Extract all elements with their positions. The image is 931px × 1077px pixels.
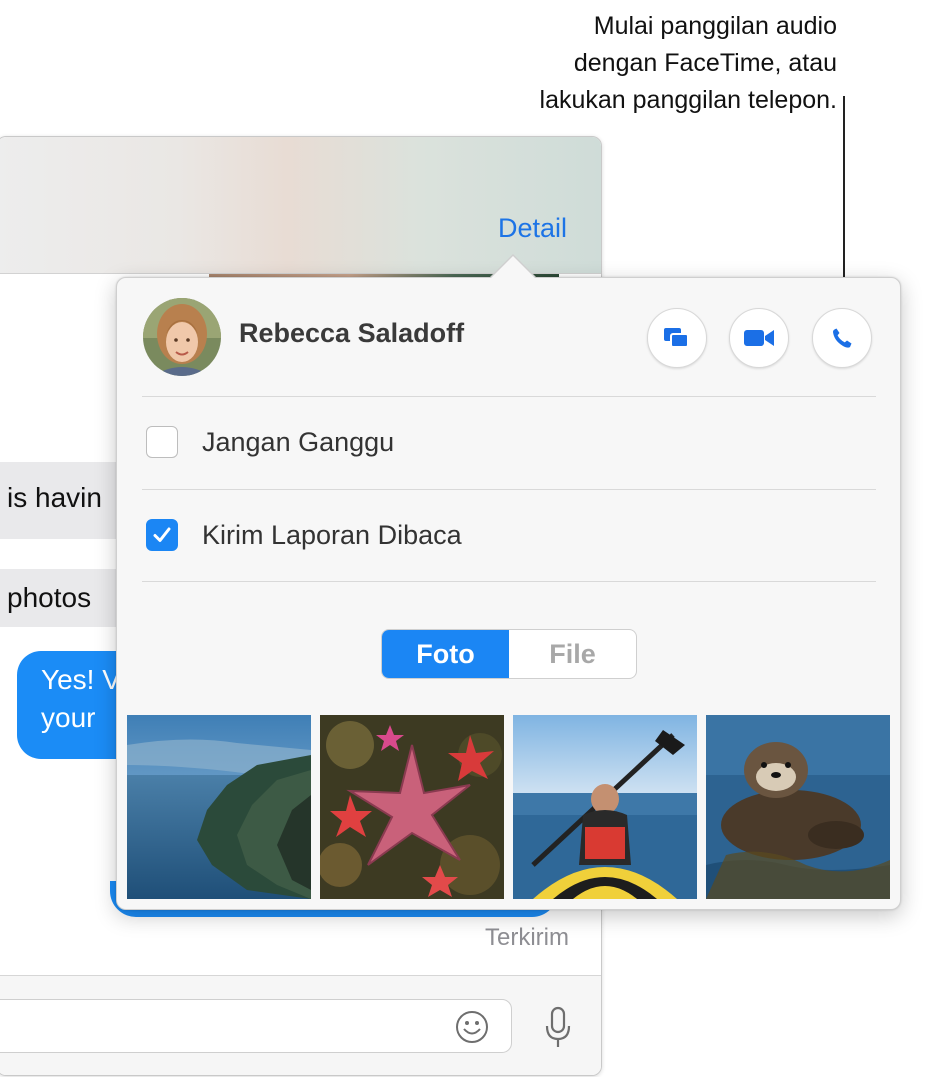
delivery-status: Terkirim (485, 924, 569, 951)
coast-photo[interactable] (127, 715, 311, 899)
video-camera-icon (744, 330, 774, 346)
do-not-disturb-checkbox[interactable] (146, 426, 178, 458)
attachments-tab-control: Foto File (381, 629, 637, 679)
callout-line-1: Mulai panggilan audio (593, 12, 837, 40)
avatar (143, 298, 221, 376)
starfish-photo[interactable] (320, 715, 504, 899)
divider (142, 489, 876, 490)
emoji-icon[interactable] (455, 1010, 489, 1044)
received-message-text: is havin (7, 482, 102, 513)
tab-photos[interactable]: Foto (382, 630, 509, 678)
divider (142, 396, 876, 397)
divider (142, 581, 876, 582)
video-call-button[interactable] (729, 308, 789, 368)
read-receipts-label: Kirim Laporan Dibaca (202, 519, 462, 550)
detail-button[interactable]: Detail (498, 213, 567, 244)
microphone-icon[interactable] (543, 1006, 573, 1050)
attachment-thumbnails (127, 715, 891, 899)
compose-area (0, 975, 601, 1075)
received-message: photos (0, 569, 132, 627)
callout-text: Mulai panggilan audio dengan FaceTime, a… (437, 8, 837, 119)
popover-arrow (489, 254, 537, 279)
checkmark-icon (153, 527, 171, 542)
read-receipts-checkbox[interactable] (146, 519, 178, 551)
do-not-disturb-label: Jangan Ganggu (202, 426, 395, 457)
contact-name: Rebecca Saladoff (239, 318, 465, 348)
screen-share-button[interactable] (647, 308, 707, 368)
callout-line-2: dengan FaceTime, atau (573, 49, 837, 77)
received-message-text: photos (7, 582, 92, 613)
details-popover: Rebecca Saladoff Jangan Ganggu Kirim Lap… (116, 254, 901, 910)
do-not-disturb-option[interactable]: Jangan Ganggu (146, 422, 394, 462)
callout-leader-line (843, 96, 845, 303)
read-receipts-option[interactable]: Kirim Laporan Dibaca (146, 515, 462, 555)
phone-icon (832, 328, 852, 348)
tab-files[interactable]: File (509, 630, 636, 678)
kayak-photo[interactable] (513, 715, 697, 899)
screen-share-icon (664, 328, 689, 348)
received-message: is havin (0, 462, 132, 539)
message-input[interactable] (0, 999, 512, 1053)
callout-line-3: lakukan panggilan telepon. (539, 86, 837, 114)
sea-otter-photo[interactable] (706, 715, 890, 899)
audio-call-button[interactable] (812, 308, 872, 368)
